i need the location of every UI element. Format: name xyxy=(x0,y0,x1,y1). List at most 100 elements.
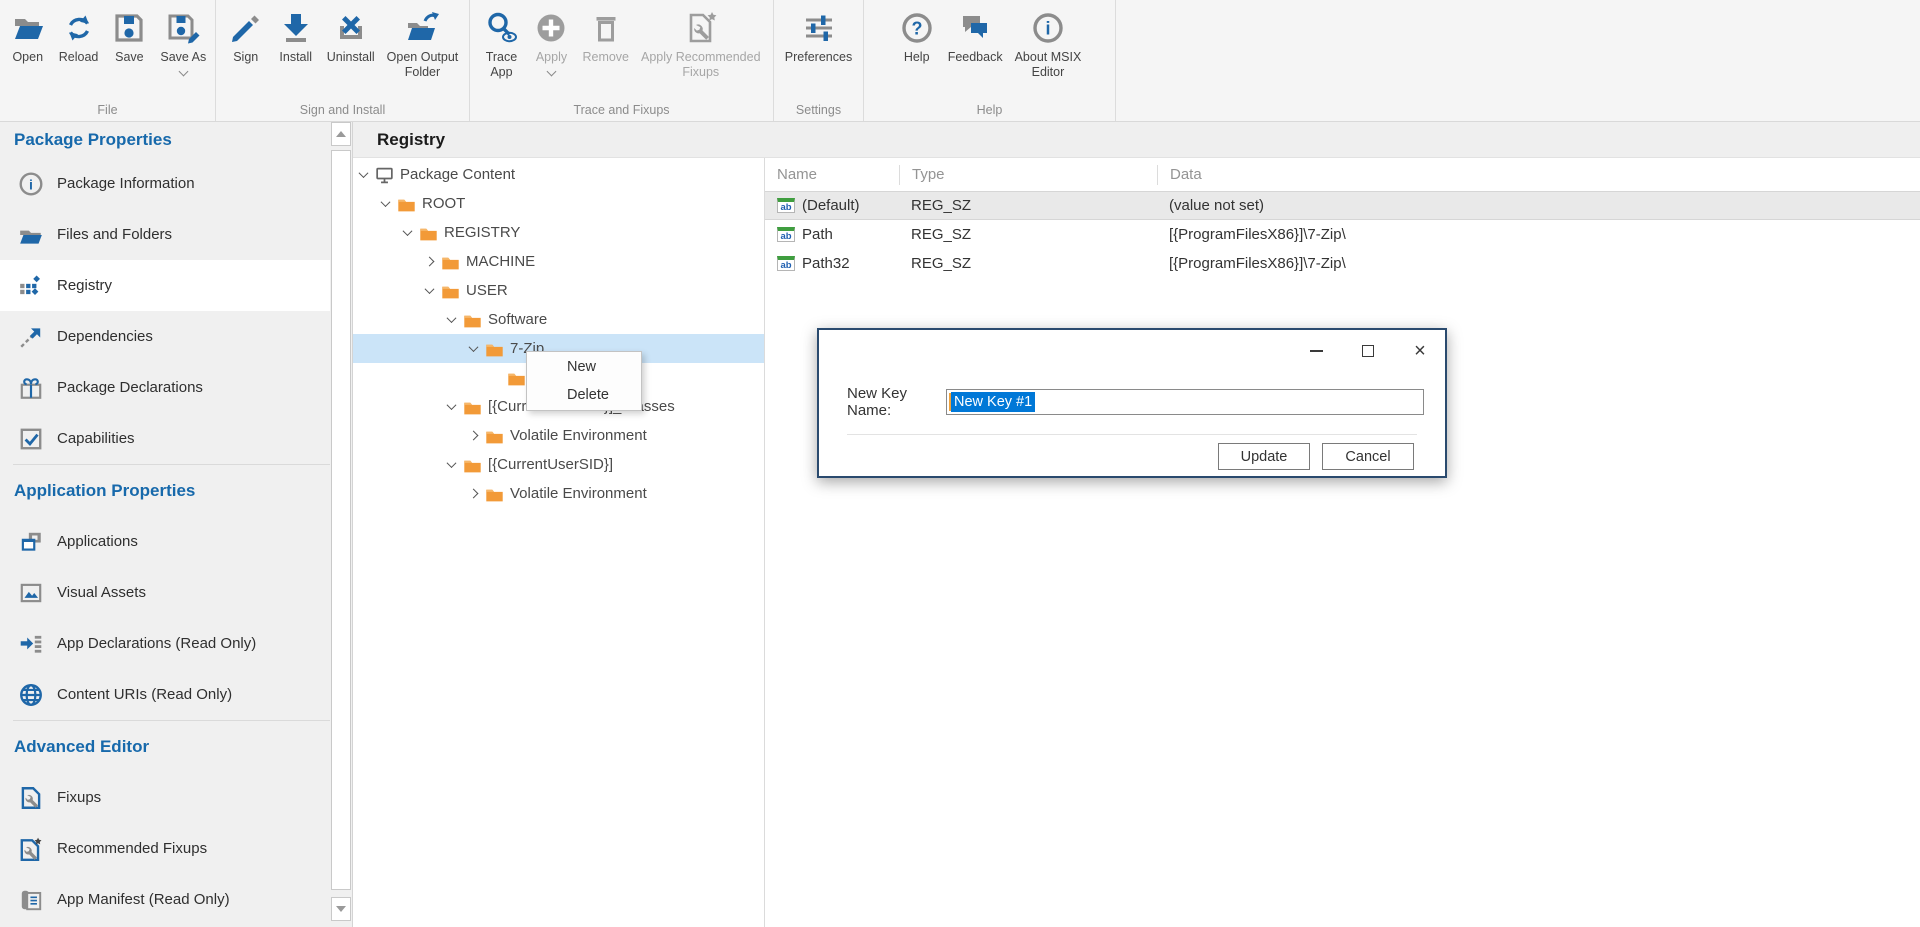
ribbon-button-save-as[interactable]: Save As xyxy=(155,6,211,75)
apply-recommended-fixups-icon xyxy=(682,8,720,48)
column-header-type[interactable]: Type xyxy=(899,165,1157,185)
folder-icon xyxy=(484,340,505,358)
table-row-path32[interactable]: abPath32REG_SZ[{ProgramFilesX86}]\7-Zip\ xyxy=(765,249,1920,278)
open-output-folder-icon xyxy=(403,8,441,48)
value-name-cell: abPath xyxy=(765,226,899,243)
remove-icon xyxy=(587,8,625,48)
context-menu-item-new[interactable]: New xyxy=(527,353,641,381)
chevron-right-icon[interactable] xyxy=(469,431,479,441)
sidebar-item-content-uris-read-only[interactable]: Content URIs (Read Only) xyxy=(0,669,330,720)
sidebar-item-registry[interactable]: Registry xyxy=(0,260,330,311)
ribbon-button-apply[interactable]: Apply xyxy=(527,6,575,75)
ribbon-group-label: Settings xyxy=(774,103,863,117)
ribbon-button-preferences[interactable]: Preferences xyxy=(780,6,857,65)
sidebar-item-app-manifest-read-only[interactable]: App Manifest (Read Only) xyxy=(0,874,330,925)
open-icon xyxy=(9,8,47,48)
scroll-down-button[interactable] xyxy=(331,897,351,921)
new-key-name-input[interactable]: New Key #1 xyxy=(946,389,1424,415)
sidebar-item-package-information[interactable]: iPackage Information xyxy=(0,158,330,209)
chevron-down-icon[interactable] xyxy=(381,197,391,207)
folder-icon xyxy=(462,456,483,474)
ribbon-button-remove[interactable]: Remove xyxy=(577,6,634,65)
sidebar-item-package-declarations[interactable]: Package Declarations xyxy=(0,362,330,413)
ribbon-button-open-output-folder[interactable]: Open OutputFolder xyxy=(382,6,464,80)
ribbon-button-sign[interactable]: Sign xyxy=(222,6,270,65)
ribbon-button-trace-app[interactable]: TraceApp xyxy=(477,6,525,80)
ribbon-button-uninstall[interactable]: Uninstall xyxy=(322,6,380,65)
tree-item-label: REGISTRY xyxy=(444,224,520,241)
maximize-button[interactable] xyxy=(1357,340,1379,362)
close-button[interactable]: × xyxy=(1409,340,1431,362)
value-name-text: (Default) xyxy=(802,197,860,214)
sidebar-item-fixups[interactable]: Fixups xyxy=(0,772,330,823)
chevron-down-icon[interactable] xyxy=(447,400,457,410)
ribbon-group-buttons: TraceApp Apply RemoveApply RecommendedFixu… xyxy=(470,0,773,80)
ribbon-button-label: Apply xyxy=(536,50,567,65)
tree-item-currentusersid[interactable]: [{CurrentUserSID}] xyxy=(353,450,764,479)
table-row-default[interactable]: ab(Default)REG_SZ(value not set) xyxy=(765,191,1920,220)
folder-icon xyxy=(440,253,461,271)
scroll-up-button[interactable] xyxy=(331,122,351,146)
sidebar-item-visual-assets[interactable]: Visual Assets xyxy=(0,567,330,618)
msix-editor-window: OpenReloadSaveSave AsFileSignInstallUnin… xyxy=(0,0,1920,927)
content-uris-icon xyxy=(18,682,44,708)
tree-item-label: Software xyxy=(488,311,547,328)
ribbon-button-open[interactable]: Open xyxy=(4,6,52,65)
column-header-name[interactable]: Name xyxy=(765,165,899,185)
table-row-path[interactable]: abPathREG_SZ[{ProgramFilesX86}]\7-Zip\ xyxy=(765,220,1920,249)
tree-item-root[interactable]: ROOT xyxy=(353,189,764,218)
sidebar-item-applications[interactable]: Applications xyxy=(0,516,330,567)
tree-item-registry[interactable]: REGISTRY xyxy=(353,218,764,247)
ribbon-button-about-msix-editor[interactable]: iAbout MSIXEditor xyxy=(1010,6,1087,80)
cancel-button[interactable]: Cancel xyxy=(1322,443,1414,470)
sidebar-item-app-declarations-read-only[interactable]: App Declarations (Read Only) xyxy=(0,618,330,669)
ribbon-button-feedback[interactable]: Feedback xyxy=(943,6,1008,65)
chevron-down-icon[interactable] xyxy=(403,226,413,236)
tree-item-volatile-environment[interactable]: Volatile Environment xyxy=(353,421,764,450)
triangle-up-icon xyxy=(336,131,346,137)
tree-item-machine[interactable]: MACHINE xyxy=(353,247,764,276)
tree-item-software[interactable]: Software xyxy=(353,305,764,334)
tree-chevron-box xyxy=(443,461,460,468)
fixups-icon xyxy=(18,785,44,811)
close-icon: × xyxy=(1414,341,1426,361)
chevron-right-icon[interactable] xyxy=(469,489,479,499)
tree-chevron-box xyxy=(465,490,482,497)
update-button[interactable]: Update xyxy=(1218,443,1310,470)
sidebar: Package PropertiesiPackage InformationFi… xyxy=(0,122,330,927)
chevron-down-icon[interactable] xyxy=(469,342,479,352)
sidebar-scrollbar[interactable] xyxy=(330,122,352,927)
tree-item-volatile-environment[interactable]: Volatile Environment xyxy=(353,479,764,508)
ribbon-button-install[interactable]: Install xyxy=(272,6,320,65)
chevron-down-icon[interactable] xyxy=(447,458,457,468)
ribbon-button-help[interactable]: ?Help xyxy=(893,6,941,65)
tree-item-user[interactable]: USER xyxy=(353,276,764,305)
trace-app-icon xyxy=(482,8,520,48)
tree-chevron-box xyxy=(355,171,372,178)
minimize-button[interactable] xyxy=(1305,340,1327,362)
ribbon-group-trace-and-fixups: TraceApp Apply RemoveApply RecommendedFixu… xyxy=(470,0,774,121)
scrollbar-thumb[interactable] xyxy=(331,150,351,890)
ribbon-group-buttons: SignInstallUninstallOpen OutputFolder xyxy=(216,0,469,80)
sidebar-item-recommended-fixups[interactable]: Recommended Fixups xyxy=(0,823,330,874)
chevron-down-icon[interactable] xyxy=(447,313,457,323)
ribbon-button-apply-recommended-fixups[interactable]: Apply RecommendedFixups xyxy=(636,6,766,80)
tree-item-package-content[interactable]: Package Content xyxy=(353,160,764,189)
chevron-right-icon[interactable] xyxy=(425,257,435,267)
sidebar-item-label: Recommended Fixups xyxy=(57,840,207,857)
ribbon-button-reload[interactable]: Reload xyxy=(54,6,104,65)
chevron-down-icon[interactable] xyxy=(359,168,369,178)
chevron-down-icon[interactable] xyxy=(425,284,435,294)
column-header-data[interactable]: Data xyxy=(1157,165,1920,185)
ribbon-button-save[interactable]: Save xyxy=(105,6,153,65)
folder-icon xyxy=(462,398,483,416)
context-menu-item-delete[interactable]: Delete xyxy=(527,381,641,409)
selected-text: New Key #1 xyxy=(951,392,1035,412)
sidebar-item-files-and-folders[interactable]: Files and Folders xyxy=(0,209,330,260)
value-name-cell: ab(Default) xyxy=(765,197,899,214)
sidebar-item-dependencies[interactable]: Dependencies xyxy=(0,311,330,362)
sidebar-item-capabilities[interactable]: Capabilities xyxy=(0,413,330,464)
uninstall-icon xyxy=(332,8,370,48)
value-type-cell: REG_SZ xyxy=(899,255,1157,272)
recommended-fixups-icon xyxy=(18,836,44,862)
